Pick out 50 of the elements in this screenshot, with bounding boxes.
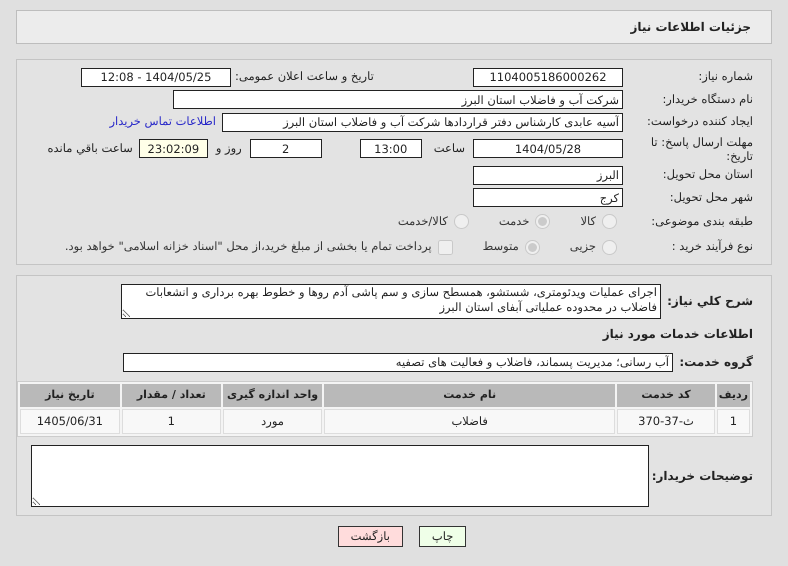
- option-label: متوسط: [482, 238, 519, 256]
- field-label: شماره نیاز:: [697, 68, 754, 86]
- field-label: استان محل تحویل:: [662, 166, 754, 184]
- print-button[interactable]: چاپ: [418, 526, 466, 547]
- field-label: شهر محل تحویل:: [668, 188, 754, 206]
- field-label: نوع فرآیند خرید :: [670, 238, 754, 256]
- field-label: ساعت باقي مانده: [48, 140, 133, 157]
- column-header: تاریخ نیاز: [20, 384, 120, 406]
- creator-field[interactable]: آسیه عابدی کارشناس دفتر قراردادها شرکت آب و فاضلاب استان البرز: [222, 112, 623, 132]
- back-button[interactable]: بازگشت: [338, 526, 403, 547]
- contact-link[interactable]: اطلاعات تماس خریدار: [109, 113, 216, 131]
- option-label: کالا: [580, 212, 596, 230]
- description-field[interactable]: اجرای عملیات ویدئومتری، شستشو، همسطح سازی و سم پاشی آدم روها و خطوط بهره برداری و انشعابات فاضلاب در محدوده عملیاتی آبفای استان البرز: [121, 284, 661, 319]
- remaining-time-field[interactable]: 23:02:09: [138, 139, 208, 158]
- payment-note: پرداخت تمام یا بخشی از مبلغ خرید،از محل "اسناد خزانه اسلامی" خواهد بود.: [64, 238, 432, 256]
- table-cell: مورد: [222, 408, 322, 434]
- need-number-field[interactable]: 1104005186000262: [473, 68, 623, 86]
- column-header: تعداد / مقدار: [122, 384, 221, 406]
- field-label: گروه خدمت:: [678, 354, 754, 371]
- field-label: طبقه بندی موضوعی:: [650, 212, 754, 230]
- deadline-time-field[interactable]: 13:00: [360, 139, 422, 158]
- column-header: واحد اندازه گیری: [222, 384, 322, 406]
- field-label: تاریخ و ساعت اعلان عمومی:: [235, 68, 374, 86]
- field-label: ساعت: [434, 140, 465, 157]
- option-label: جزیی: [570, 238, 596, 256]
- city-field[interactable]: کرج: [473, 188, 623, 207]
- table-cell: 1405/06/31: [20, 408, 120, 434]
- table-cell: 1: [716, 408, 750, 434]
- field-label: شرح کلي نیاز:: [666, 293, 754, 310]
- deadline-date-field[interactable]: 1404/05/28: [473, 139, 623, 158]
- column-header: نام خدمت: [324, 384, 616, 406]
- table-cell: ث-37-370: [617, 408, 715, 434]
- page-title: جزئیات اطلاعات نیاز: [630, 19, 751, 36]
- table-cell: 1: [122, 408, 221, 434]
- buyer-org-field[interactable]: شرکت آب و فاضلاب استان البرز: [173, 90, 623, 109]
- days-field[interactable]: 2: [250, 139, 322, 158]
- column-header: ردیف: [716, 384, 750, 406]
- option-label: خدمت: [498, 212, 530, 230]
- column-header: کد خدمت: [617, 384, 715, 406]
- field-label: ایجاد کننده درخواست:: [646, 113, 754, 130]
- table-cell: فاضلاب: [324, 408, 616, 434]
- section-title: اطلاعات خدمات مورد نیاز: [602, 326, 754, 343]
- service-group-field[interactable]: آب رسانی؛ مدیریت پسماند، فاضلاب و فعالیت های تصفیه: [123, 352, 673, 372]
- field-label: روز و: [216, 140, 242, 157]
- notes-field[interactable]: [31, 444, 649, 507]
- option-label: کالا/خدمت: [398, 212, 448, 230]
- province-field[interactable]: البرز: [473, 166, 623, 184]
- announce-date-field[interactable]: 1404/05/25 - 12:08: [81, 68, 231, 86]
- field-label: مهلت ارسال پاسخ: تا تاریخ:: [650, 134, 754, 162]
- field-label: نام دستگاه خریدار:: [661, 90, 754, 108]
